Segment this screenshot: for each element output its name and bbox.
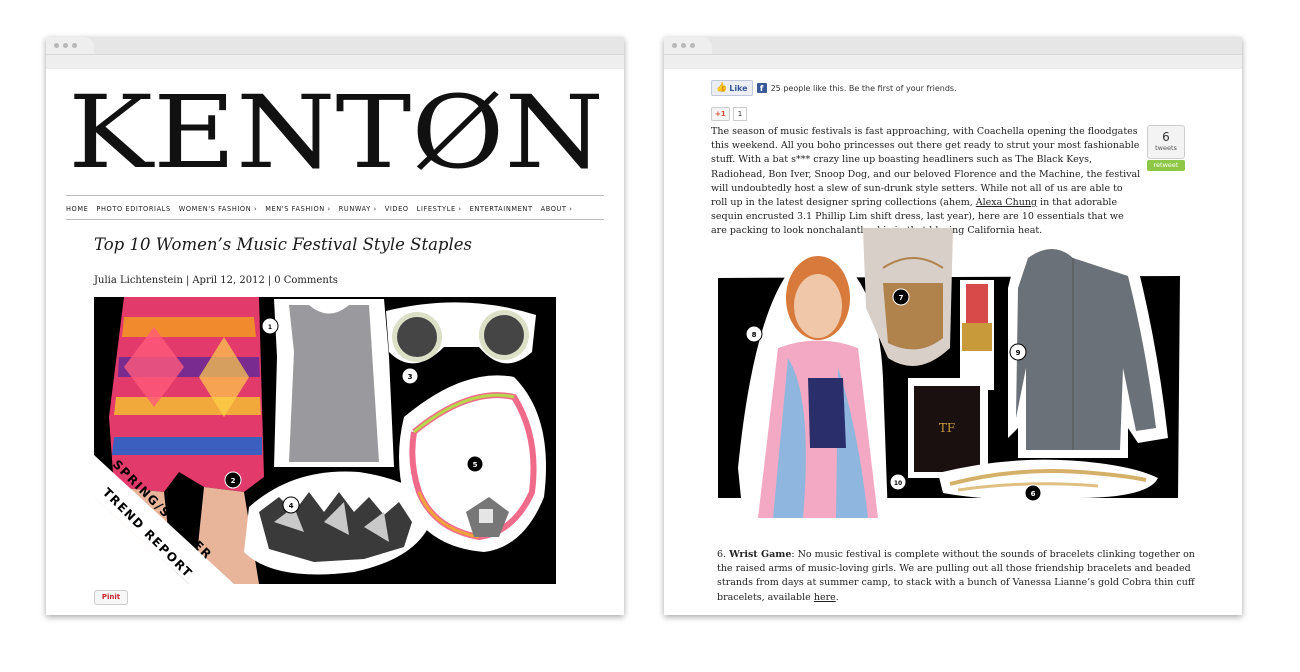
nav-item-home[interactable]: HOME (66, 205, 88, 213)
nav-divider-bottom (66, 219, 604, 220)
window-dot-icon[interactable] (54, 43, 59, 48)
browser-window-right: 👍 Like f 25 people like this. Be the fir… (664, 37, 1242, 615)
nav-item-lifestyle[interactable]: LIFESTYLE › (417, 205, 462, 213)
badge-3: 3 (408, 373, 413, 381)
browser-chrome (664, 37, 1242, 69)
collage-image-right: TF 7 8 9 10 6 (718, 228, 1180, 541)
post-date: April 12, 2012 (192, 275, 265, 286)
site-logo-text: KENTØN (68, 91, 604, 171)
browser-chrome (46, 37, 624, 69)
byline: Julia Lichtenstein | April 12, 2012 | 0 Comm… (94, 275, 338, 286)
window-dot-icon[interactable] (63, 43, 68, 48)
nav-item-video[interactable]: VIDEO (385, 205, 409, 213)
badge-6: 6 (1031, 490, 1036, 498)
window-dot-icon[interactable] (690, 43, 695, 48)
window-dot-icon[interactable] (72, 43, 77, 48)
browser-toolbar (664, 54, 1242, 69)
nav-divider-top (66, 195, 604, 196)
tweet-label: tweets (1155, 144, 1177, 152)
badge-7: 7 (899, 294, 904, 302)
badge-4: 4 (289, 502, 294, 510)
badge-1: 1 (268, 324, 272, 331)
nav-item-entertainment[interactable]: ENTERTAINMENT (470, 205, 533, 213)
here-link[interactable]: here (814, 592, 836, 603)
site-logo[interactable]: KENTØN (66, 91, 606, 171)
badge-9: 9 (1016, 349, 1021, 357)
wrist-game-heading: Wrist Game (729, 549, 792, 560)
sunglasses-image (386, 302, 536, 364)
nav-item-mens-fashion[interactable]: MEN'S FASHION › (265, 205, 331, 213)
denim-shirt-image (1008, 238, 1168, 458)
tank-top-image (274, 299, 394, 467)
google-plus-one-button[interactable]: +1 (711, 107, 730, 121)
badge-8: 8 (752, 331, 757, 339)
author-link[interactable]: Julia Lichtenstein (94, 275, 183, 286)
alexa-chung-link[interactable]: Alexa Chung (976, 197, 1037, 208)
retweet-button[interactable]: retweet (1147, 160, 1185, 171)
collage-image-left: SPRING/SUMMER TREND REPORT 1 2 3 4 5 (94, 297, 556, 584)
badge-2: 2 (231, 477, 236, 485)
intro-paragraph: The season of music festivals is fast ap… (711, 126, 1141, 237)
nav-item-womens-fashion[interactable]: WOMEN'S FASHION › (179, 205, 257, 213)
nav-item-about[interactable]: ABOUT › (541, 205, 573, 213)
thumbs-up-icon: 👍 (716, 83, 728, 93)
nav-item-runway[interactable]: RUNWAY › (339, 205, 377, 213)
facebook-icon: f (756, 83, 767, 93)
nav-item-photo-editorials[interactable]: PHOTO EDITORIALS (96, 205, 170, 213)
window-dot-icon[interactable] (672, 43, 677, 48)
badge-10: 10 (894, 480, 902, 487)
tweet-count-box: 6 tweets (1147, 125, 1185, 159)
facebook-like-count-text: 25 people like this. Be the first of you… (770, 83, 957, 93)
browser-window-left: KENTØN HOME PHOTO EDITORIALS WOMEN'S FAS… (46, 37, 624, 615)
post-title[interactable]: Top 10 Women’s Music Festival Style Stap… (94, 235, 574, 254)
tweet-count: 6 (1162, 130, 1170, 144)
google-plus-widget: +1 1 (711, 107, 748, 121)
comments-link[interactable]: 0 Comments (274, 275, 338, 286)
wrist-game-paragraph: 6. Wrist Game: No music festival is comp… (717, 549, 1195, 603)
facebook-like-button[interactable]: 👍 Like (711, 80, 753, 96)
main-nav: HOME PHOTO EDITORIALS WOMEN'S FASHION › … (66, 200, 606, 218)
pinit-button[interactable]: Pinit (94, 590, 128, 605)
browser-toolbar (46, 54, 624, 69)
lipstick-brand: TF (939, 421, 955, 435)
window-dot-icon[interactable] (681, 43, 686, 48)
google-plus-count: 1 (732, 107, 748, 121)
badge-5: 5 (473, 461, 478, 469)
facebook-like-row: 👍 Like f 25 people like this. Be the fir… (711, 80, 957, 96)
